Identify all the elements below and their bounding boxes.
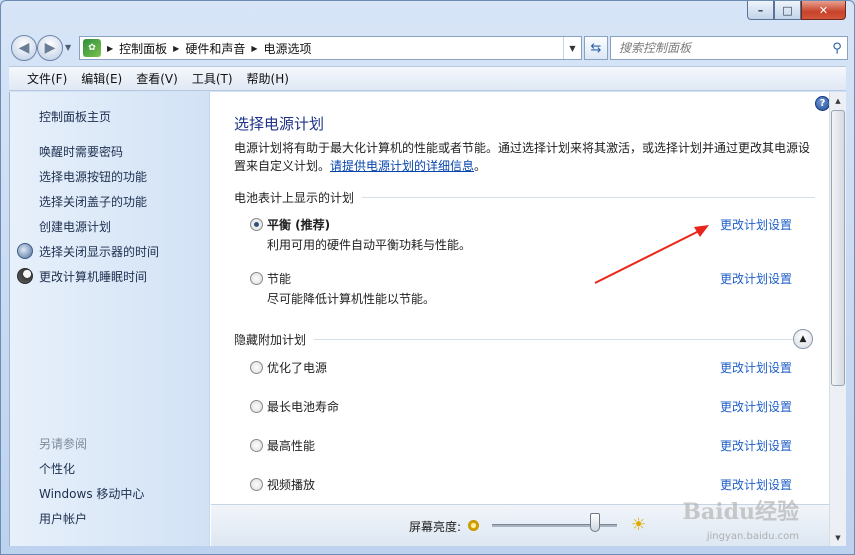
section-battery-heading: 电池表计上显示的计划 [234, 190, 355, 205]
address-bar[interactable]: ✿ ▶ 控制面板 ▶ 硬件和声音 ▶ 电源选项 ▼ [79, 36, 582, 60]
minimize-icon[interactable]: – [747, 1, 774, 20]
breadcrumb-hardware-sound[interactable]: 硬件和声音 [185, 40, 245, 57]
sidebar-link-user-accounts[interactable]: 用户帐户 [39, 510, 87, 527]
collapse-chevron-up-icon[interactable]: ▲ [793, 329, 813, 349]
maximize-icon[interactable]: □ [774, 1, 801, 20]
change-plan-settings-link[interactable]: 更改计划设置 [720, 437, 792, 454]
breadcrumb-control-panel[interactable]: 控制面板 [119, 40, 167, 57]
section-divider [314, 338, 795, 340]
section-battery-plans: 电池表计上显示的计划 [234, 189, 815, 205]
sidebar-link-control-panel-home[interactable]: 控制面板主页 [39, 108, 111, 125]
control-panel-window: – □ ✕ ◀ ▶ ▼ ✿ ▶ 控制面板 ▶ 硬件和声音 ▶ 电源选项 ▼ ⇆ … [0, 0, 855, 555]
display-off-icon [17, 243, 33, 259]
brightness-label: 屏幕亮度: [409, 520, 462, 534]
plan-power-saver-name[interactable]: 节能 [267, 270, 291, 287]
search-input[interactable] [611, 38, 827, 58]
scroll-up-icon[interactable]: ▲ [830, 92, 846, 109]
sidebar-link-mobility-center[interactable]: Windows 移动中心 [39, 485, 144, 502]
change-plan-settings-link[interactable]: 更改计划设置 [720, 476, 792, 493]
plan-hidden-name[interactable]: 最高性能 [267, 437, 315, 454]
main-pane: ? 选择电源计划 电源计划将有助于最大化计算机的性能或者节能。通过选择计划来将其… [211, 92, 829, 546]
navigation-bar: ◀ ▶ ▼ ✿ ▶ 控制面板 ▶ 硬件和声音 ▶ 电源选项 ▼ ⇆ ⚲ [9, 34, 848, 62]
recent-pages-dropdown-icon[interactable]: ▼ [65, 43, 71, 52]
sidebar-link-power-buttons[interactable]: 选择电源按钮的功能 [39, 168, 147, 185]
section-divider [362, 196, 815, 198]
address-dropdown-icon[interactable]: ▼ [563, 37, 581, 59]
sidebar-link-create-plan[interactable]: 创建电源计划 [39, 218, 111, 235]
control-panel-icon: ✿ [83, 39, 101, 57]
back-arrow-icon: ◀ [18, 40, 30, 56]
menu-edit[interactable]: 编辑(E) [81, 70, 122, 87]
task-pane: 控制面板主页 唤醒时需要密码 选择电源按钮的功能 选择关闭盖子的功能 创建电源计… [10, 92, 210, 546]
plan-hidden-name[interactable]: 最长电池寿命 [267, 398, 339, 415]
radio-hidden-plan[interactable] [250, 361, 263, 374]
see-also-heading: 另请参阅 [39, 437, 88, 451]
breadcrumb-separator-icon[interactable]: ▶ [173, 44, 179, 53]
sidebar-link-closing-lid[interactable]: 选择关闭盖子的功能 [39, 193, 147, 210]
vertical-scrollbar[interactable]: ▲ ▼ [829, 92, 846, 546]
plan-balanced-name[interactable]: 平衡 (推荐) [267, 216, 330, 233]
description-period: 。 [474, 159, 487, 173]
breadcrumb-power-options[interactable]: 电源选项 [264, 40, 312, 57]
breadcrumb-separator-icon[interactable]: ▶ [107, 44, 113, 53]
search-icon[interactable]: ⚲ [827, 41, 847, 56]
plan-hidden-name[interactable]: 视频播放 [267, 476, 315, 493]
forward-button[interactable]: ▶ [37, 35, 63, 61]
change-plan-settings-link[interactable]: 更改计划设置 [720, 398, 792, 415]
change-plan-settings-link[interactable]: 更改计划设置 [720, 359, 792, 376]
back-button[interactable]: ◀ [11, 35, 37, 61]
scrollbar-thumb[interactable] [831, 110, 845, 386]
plan-details-link[interactable]: 请提供电源计划的详细信息 [330, 159, 474, 173]
menu-bar: 文件(F) 编辑(E) 查看(V) 工具(T) 帮助(H) [9, 66, 846, 91]
menu-help[interactable]: 帮助(H) [247, 70, 289, 87]
radio-power-saver[interactable] [250, 272, 263, 285]
watermark-logo: Baidu经验 [682, 499, 799, 525]
menu-tools[interactable]: 工具(T) [192, 70, 233, 87]
plan-balanced-desc: 利用可用的硬件自动平衡功耗与性能。 [267, 238, 472, 252]
dim-brightness-icon [468, 520, 479, 531]
help-icon[interactable]: ? [815, 96, 829, 111]
plan-power-saver-desc: 尽可能降低计算机性能以节能。 [267, 292, 436, 306]
bright-sun-icon: ☀ [631, 515, 647, 535]
change-plan-settings-link[interactable]: 更改计划设置 [720, 216, 792, 233]
scroll-down-icon[interactable]: ▼ [830, 529, 846, 546]
menu-file[interactable]: 文件(F) [27, 70, 67, 87]
sidebar-link-display-off[interactable]: 选择关闭显示器的时间 [39, 243, 159, 260]
search-box: ⚲ [610, 36, 848, 60]
section-hidden-plans: 隐藏附加计划 [234, 331, 795, 347]
menu-view[interactable]: 查看(V) [136, 70, 178, 87]
change-plan-settings-link[interactable]: 更改计划设置 [720, 270, 792, 287]
radio-hidden-plan[interactable] [250, 439, 263, 452]
brightness-slider-thumb[interactable] [589, 513, 600, 532]
content-area: 控制面板主页 唤醒时需要密码 选择电源按钮的功能 选择关闭盖子的功能 创建电源计… [9, 92, 846, 546]
breadcrumb-separator-icon[interactable]: ▶ [251, 44, 257, 53]
section-hidden-heading[interactable]: 隐藏附加计划 [234, 331, 306, 348]
refresh-button[interactable]: ⇆ [584, 36, 608, 60]
caption-buttons: – □ ✕ [747, 1, 846, 21]
radio-balanced[interactable] [250, 218, 263, 231]
sleep-moon-icon [17, 268, 33, 284]
watermark-url: jingyan.baidu.com [706, 531, 799, 542]
sidebar-link-personalization[interactable]: 个性化 [39, 460, 75, 477]
refresh-icon: ⇆ [590, 40, 602, 56]
radio-hidden-plan[interactable] [250, 478, 263, 491]
close-icon[interactable]: ✕ [801, 1, 846, 20]
forward-arrow-icon: ▶ [44, 40, 56, 56]
plan-hidden-name[interactable]: 优化了电源 [267, 359, 327, 376]
radio-hidden-plan[interactable] [250, 400, 263, 413]
sidebar-link-require-password[interactable]: 唤醒时需要密码 [39, 143, 123, 160]
sidebar-link-sleep-time[interactable]: 更改计算机睡眠时间 [39, 268, 147, 285]
description-text: 电源计划将有助于最大化计算机的性能或者节能。通过选择计划来将其激活，或选择计划并… [234, 141, 811, 173]
page-description: 电源计划将有助于最大化计算机的性能或者节能。通过选择计划来将其激活，或选择计划并… [234, 139, 820, 175]
page-title: 选择电源计划 [234, 115, 325, 133]
